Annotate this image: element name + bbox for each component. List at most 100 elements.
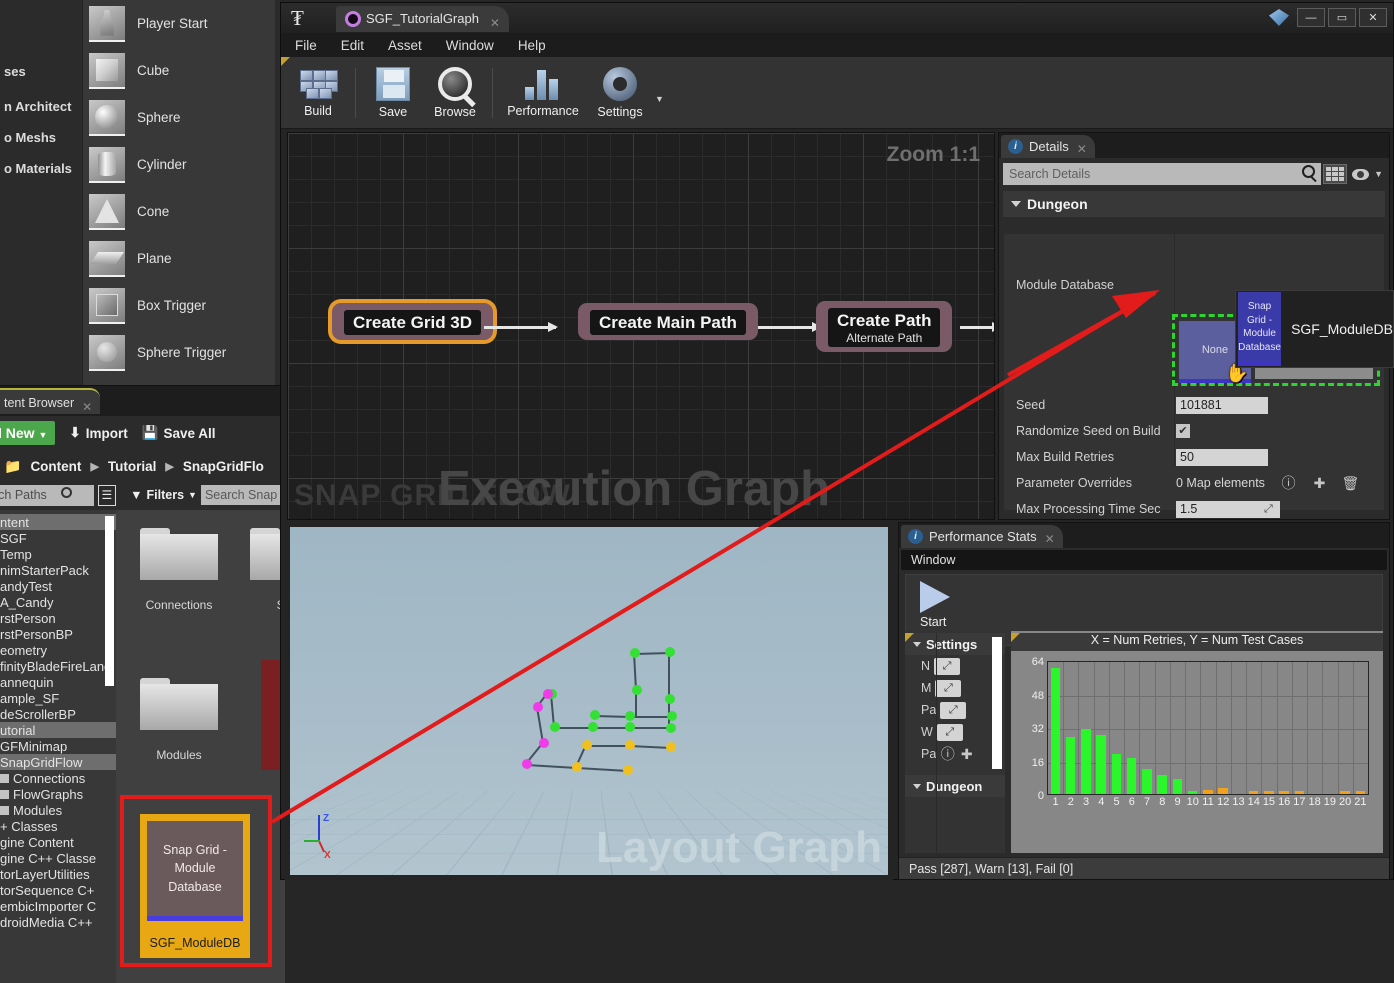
tree-item[interactable]: + Classes [0,818,116,834]
tree-item[interactable]: droidMedia C++ [0,914,116,930]
settings-header[interactable]: Settings [905,633,1005,655]
settings-scrollbar[interactable] [992,637,1002,769]
breadcrumb-content[interactable]: Content [30,459,81,474]
help-icon[interactable]: ⓘ [940,746,955,762]
visibility-eye-icon[interactable] [1352,168,1370,180]
menu-edit[interactable]: Edit [341,38,364,53]
randomize-seed-checkbox[interactable]: ✔ [1176,424,1190,438]
close-icon[interactable]: ✕ [1045,528,1055,551]
placement-category-0[interactable]: ses [0,58,82,85]
search-paths-input[interactable]: rch Paths [0,484,94,506]
tree-item[interactable]: ample_SF [0,690,116,706]
placement-item-cone[interactable]: Cone [83,188,280,235]
tree-item[interactable]: rstPersonBP [0,626,116,642]
placement-item-sphere[interactable]: Sphere [83,94,280,141]
placement-item-list[interactable]: Player Start Cube Sphere Cylinder Cone P… [82,0,280,385]
filters-button[interactable]: ▼ Filters ▼ [130,488,197,502]
execution-graph-canvas[interactable]: Zoom 1:1 SNAP GRID FLOW Execution Graph … [287,132,995,520]
tree-item[interactable]: embicImporter C [0,898,116,914]
grid-view-icon[interactable] [1323,164,1348,184]
breadcrumb-snapgridflow[interactable]: SnapGridFlo [183,459,264,474]
layout-graph-viewport[interactable]: Layout Graph Z X [285,522,893,880]
placement-item-cube[interactable]: Cube [83,47,280,94]
max-build-retries-input[interactable]: 50 [1176,448,1268,466]
save-button[interactable]: Save [362,66,424,119]
build-button[interactable]: Build [287,68,349,118]
placement-item-plane[interactable]: Plane [83,235,280,282]
minimize-button[interactable]: — [1297,8,1325,27]
save-all-button[interactable]: 💾 Save All [142,425,216,441]
breadcrumb-tutorial[interactable]: Tutorial [108,459,157,474]
tree-item[interactable]: deScrollerBP [0,706,116,722]
settings-button[interactable]: Settings [587,66,653,119]
start-button-label[interactable]: Start [920,615,1382,629]
graph-node-create-grid-3d[interactable]: Create Grid 3D [332,303,494,340]
placement-item-box-trigger[interactable]: Box Trigger [83,282,280,329]
close-button[interactable]: ✕ [1359,8,1387,27]
tab-content-browser[interactable]: tent Browser ✕ [0,388,101,414]
performance-menu-window[interactable]: Window [901,550,1387,570]
tree-item[interactable]: rstPerson [0,610,116,626]
placement-category-3[interactable]: o Materials [0,155,82,182]
tree-item[interactable]: torLayerUtilities [0,866,116,882]
placement-category-2[interactable]: o Meshs [0,124,82,151]
tree-item[interactable]: andyTest [0,578,116,594]
graph-node-create-main-path[interactable]: Create Main Path [578,303,758,340]
placement-category-1[interactable]: n Architect [0,93,82,120]
menu-window[interactable]: Window [446,38,494,53]
tree-item[interactable]: ntent [0,514,116,530]
graph-node-create-path[interactable]: Create Path Alternate Path [816,301,953,352]
spinner-icon[interactable]: ⤢ [935,679,962,697]
tree-item[interactable]: annequin [0,674,116,690]
max-processing-time-input[interactable]: 1.5 ⤢ [1176,500,1280,518]
add-icon[interactable]: ✚ [959,746,974,762]
seed-input[interactable]: 101881 [1176,396,1268,414]
tree-item[interactable]: Temp [0,546,116,562]
tree-item[interactable]: finityBladeFireLand [0,658,116,674]
performance-button[interactable]: Performance [499,68,587,118]
tree-item[interactable]: A_Candy [0,594,116,610]
delete-icon[interactable]: 🗑 [1342,475,1360,491]
spinner-icon[interactable]: ⤢ [940,701,967,719]
tree-scrollbar[interactable] [105,516,114,686]
tab-details[interactable]: i Details ✕ [1001,135,1095,158]
tree-item[interactable]: SnapGridFlow [0,754,116,770]
close-icon[interactable]: ✕ [1077,138,1087,161]
tree-item[interactable]: GFMinimap [0,738,116,754]
folder-tile-modules[interactable]: Modules [134,672,224,762]
tab-performance-stats[interactable]: i Performance Stats ✕ [901,525,1063,548]
tree-item[interactable]: gine Content [0,834,116,850]
tree-item[interactable]: Connections [0,770,116,786]
placement-item-sphere-trigger[interactable]: Sphere Trigger [83,329,280,376]
asset-search-input[interactable]: Search Snap [200,485,285,505]
spinner-icon[interactable]: ⤢ [936,723,963,741]
search-details-input[interactable]: Search Details [1003,163,1321,185]
tree-item[interactable]: nimStarterPack [0,562,116,578]
chevron-down-icon[interactable]: ▼ [655,94,664,104]
help-icon[interactable]: ⓘ [1281,475,1296,491]
close-icon[interactable]: ✕ [490,10,500,36]
maximize-button[interactable]: ▭ [1328,8,1356,27]
tab-sgf-tutorialgraph[interactable]: SGF_TutorialGraph ✕ [336,6,509,32]
menu-file[interactable]: File [295,38,317,53]
import-button[interactable]: ⬇ Import [69,425,127,441]
tree-item[interactable]: Modules [0,802,116,818]
add-icon[interactable]: ✚ [1312,475,1327,491]
close-icon[interactable]: ✕ [82,394,92,420]
dungeon-header[interactable]: Dungeon [905,775,1005,797]
start-play-icon[interactable] [920,581,950,613]
tree-item[interactable]: torSequence C+ [0,882,116,898]
tree-item[interactable]: eometry [0,642,116,658]
tree-item[interactable]: FlowGraphs [0,786,116,802]
chevron-down-icon[interactable]: ▼ [1374,169,1383,179]
browse-button[interactable]: Browse [424,66,486,119]
folder-tile-connections[interactable]: Connections [134,522,224,612]
tree-item[interactable]: gine C++ Classe [0,850,116,866]
category-header-dungeon[interactable]: Dungeon [1003,191,1385,217]
placement-item-player-start[interactable]: Player Start [83,0,280,47]
list-view-icon[interactable]: ☰ [97,484,117,506]
spinner-icon[interactable]: ⤢ [934,657,961,675]
add-new-button[interactable]: l New ▼ [0,421,56,445]
tree-item[interactable]: SGF [0,530,116,546]
placement-item-cylinder[interactable]: Cylinder [83,141,280,188]
